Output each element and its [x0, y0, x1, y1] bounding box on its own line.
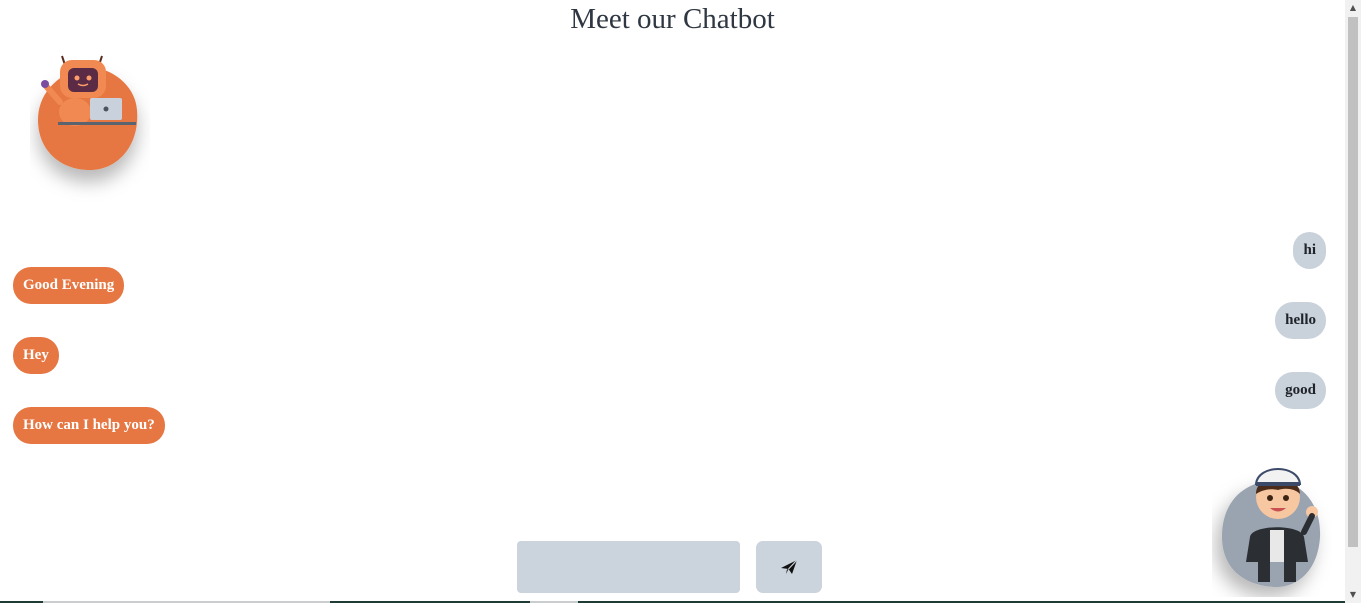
scroll-up-arrow-icon[interactable]: ▲ — [1345, 0, 1361, 16]
user-message: good — [1275, 372, 1326, 409]
bot-message: How can I help you? — [13, 407, 165, 444]
bot-avatar — [30, 40, 150, 210]
page-title: Meet our Chatbot — [570, 3, 775, 35]
user-avatar — [1212, 452, 1332, 597]
send-button[interactable] — [756, 541, 822, 593]
bot-message: Good Evening — [13, 267, 125, 304]
bot-message: Hey — [13, 337, 59, 374]
vertical-scrollbar[interactable]: ▲ ▼ — [1345, 0, 1361, 603]
user-message: hello — [1275, 302, 1326, 339]
scroll-down-arrow-icon[interactable]: ▼ — [1345, 587, 1361, 603]
message-input[interactable] — [517, 541, 740, 593]
scrollbar-thumb[interactable] — [1348, 17, 1358, 547]
send-icon — [781, 559, 798, 574]
user-message: hi — [1293, 232, 1326, 269]
boy-icon — [1221, 468, 1321, 588]
robot-icon — [38, 55, 138, 170]
